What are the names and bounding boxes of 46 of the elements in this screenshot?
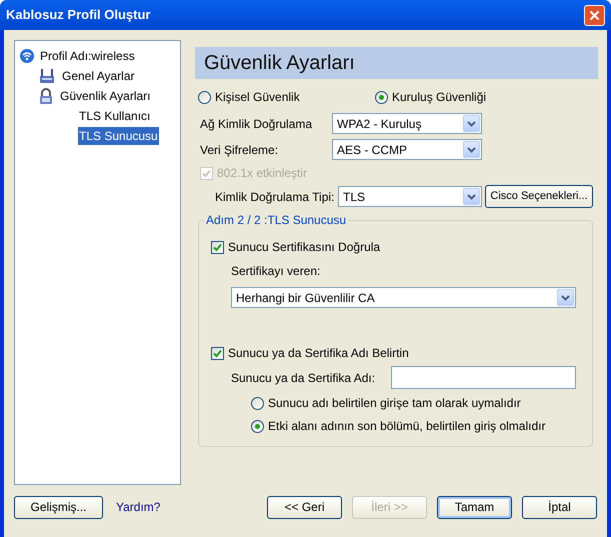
field-label: Sertifikayı veren: xyxy=(231,263,322,280)
close-icon xyxy=(589,10,600,20)
tree-item[interactable]: Profil Adı:wireless xyxy=(39,47,136,65)
field-label: Kimlik Doğrulama Tipi: xyxy=(215,188,336,206)
dialog-button[interactable]: İptal xyxy=(522,496,597,518)
section-title: Güvenlik Ayarları xyxy=(204,51,355,76)
dialog-button[interactable]: Tamam xyxy=(437,496,512,518)
radio-label: Kişisel Güvenlik xyxy=(215,89,300,106)
chevron-down-icon xyxy=(557,289,574,306)
radio-label: Kuruluş Güvenliği xyxy=(392,89,486,106)
checkbox[interactable] xyxy=(211,346,224,360)
field-label: Ağ Kimlik Doğrulama xyxy=(200,116,314,132)
checkbox-label: Sunucu Sertifikasını Doğrula xyxy=(228,239,380,256)
chevron-down-icon xyxy=(463,115,480,132)
group-title: Adım 2 / 2 :TLS Sunucusu xyxy=(204,213,348,227)
advanced-button[interactable]: Gelişmiş... xyxy=(14,496,103,518)
radio-button[interactable] xyxy=(251,396,264,410)
dropdown[interactable]: Herhangi bir Güvenlilir CA xyxy=(231,287,576,308)
close-button[interactable] xyxy=(584,4,605,26)
tree-item[interactable]: Güvenlik Ayarları xyxy=(59,87,152,105)
dropdown[interactable]: WPA2 - Kuruluş xyxy=(332,113,482,134)
help-link[interactable]: Yardım? xyxy=(116,498,160,516)
chevron-down-icon xyxy=(463,188,480,205)
radio-button[interactable] xyxy=(251,420,264,432)
radio-button[interactable] xyxy=(375,90,388,104)
server-name-field[interactable] xyxy=(391,366,576,389)
field-label: Veri Şifreleme: xyxy=(200,142,280,158)
radio-label: Etki alanı adının son bölümü, belirtilen giriş olmalıdır xyxy=(268,418,546,435)
field-label: Sunucu ya da Sertifika Adı: xyxy=(231,370,376,386)
dialog-button[interactable]: << Geri xyxy=(267,496,342,518)
lock-icon xyxy=(38,88,54,104)
cisco-options-button[interactable]: Cisco Seçenekleri... xyxy=(485,185,593,208)
checkbox-label: 802.1x etkinleştir xyxy=(217,165,308,182)
tree-item[interactable]: TLS Sunucusu xyxy=(78,127,159,145)
tree-item[interactable]: Genel Ayarlar xyxy=(61,67,136,85)
checkbox-label: Sunucu ya da Sertifika Adı Belirtin xyxy=(228,345,409,362)
network-adapter-icon xyxy=(38,68,56,84)
radio-button[interactable] xyxy=(198,90,211,104)
tree-item[interactable]: TLS Kullanıcı xyxy=(78,107,152,125)
chevron-down-icon xyxy=(463,141,480,158)
window-title: Kablosuz Profil Oluştur xyxy=(6,6,152,24)
checkbox[interactable] xyxy=(211,240,224,254)
wireless-icon xyxy=(20,49,34,63)
radio-label: Sunucu adı belirtilen girişe tam olarak uymalıdır xyxy=(268,395,521,412)
dropdown[interactable]: TLS xyxy=(338,186,482,207)
dropdown[interactable]: AES - CCMP xyxy=(332,139,482,160)
